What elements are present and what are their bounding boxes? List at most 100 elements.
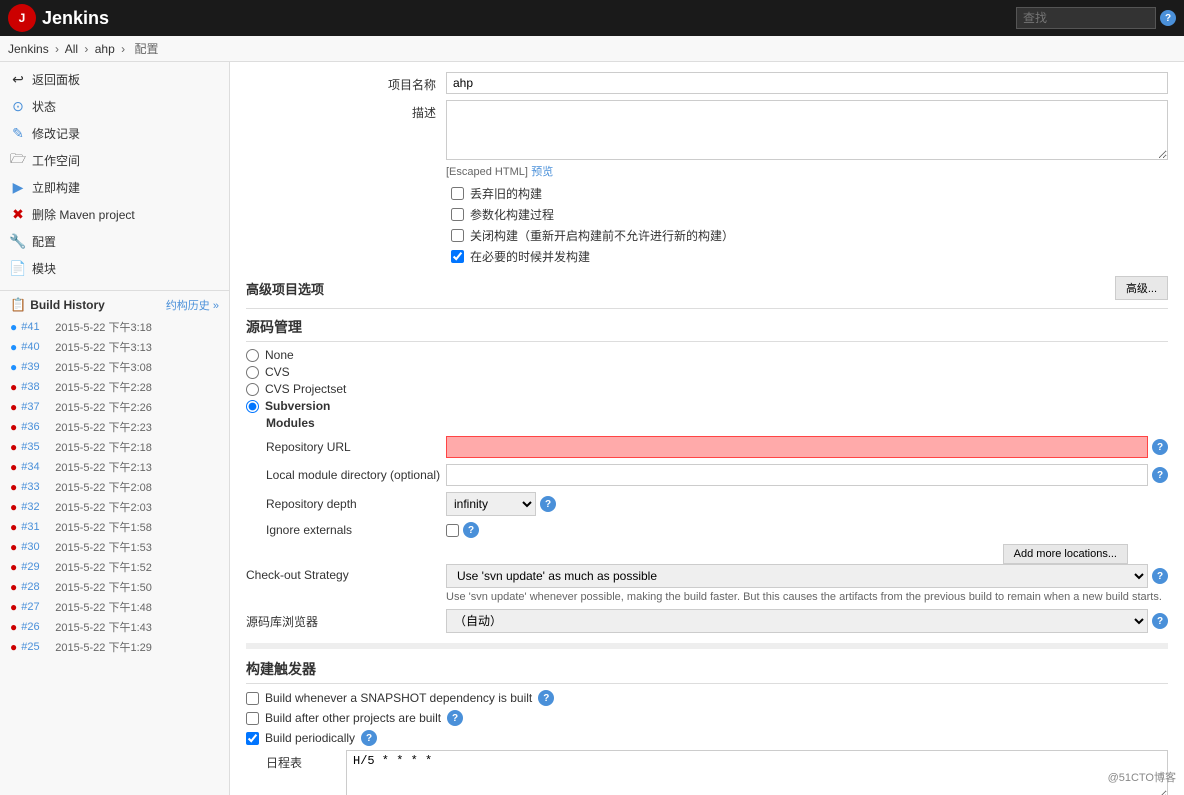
sidebar-item-status[interactable]: ⊙ 状态 (0, 93, 229, 120)
build-list-item: ●#272015-5-22 下午1:48 (0, 597, 229, 617)
build-number-link[interactable]: #35 (21, 441, 51, 453)
ignore-externals-help-icon[interactable]: ? (463, 522, 479, 538)
preview-link[interactable]: 预览 (531, 166, 553, 178)
sidebar-label-modules: 模块 (32, 260, 56, 277)
build-time: 2015-5-22 下午1:58 (55, 519, 152, 535)
build-number-link[interactable]: #26 (21, 621, 51, 633)
repo-depth-select[interactable]: infinity empty files immediates (446, 492, 536, 516)
build-number-link[interactable]: #33 (21, 481, 51, 493)
checkbox-archive-row: 丢弃旧的构建 (451, 185, 1168, 202)
build-history-link[interactable]: 约构历史 » (166, 297, 219, 313)
build-number-link[interactable]: #39 (21, 361, 51, 373)
build-number-link[interactable]: #31 (21, 521, 51, 533)
ignore-externals-checkbox[interactable] (446, 524, 459, 537)
sidebar-item-build[interactable]: ▶ 立即构建 (0, 174, 229, 201)
checkbox-throttle[interactable] (451, 229, 464, 242)
build-list-item: ●#352015-5-22 下午2:18 (0, 437, 229, 457)
trigger2-checkbox[interactable] (246, 712, 259, 725)
build-number-link[interactable]: #25 (21, 641, 51, 653)
checkbox-archive[interactable] (451, 187, 464, 200)
local-module-input[interactable] (446, 464, 1148, 486)
repo-depth-field-wrapper: infinity empty files immediates ? (446, 492, 1168, 516)
breadcrumb-jenkins[interactable]: Jenkins (8, 42, 49, 56)
add-locations-button[interactable]: Add more locations... (1003, 544, 1128, 564)
build-number-link[interactable]: #37 (21, 401, 51, 413)
scm-cvs-radio[interactable] (246, 366, 259, 379)
header-search: ? (1016, 7, 1176, 29)
advanced-button[interactable]: 高级... (1115, 276, 1168, 300)
build-number-link[interactable]: #29 (21, 561, 51, 573)
browser-select[interactable]: （自动） (446, 609, 1148, 633)
modules-section: Modules Repository URL ? Local module di… (266, 416, 1168, 538)
checkbox-concurrent[interactable] (451, 250, 464, 263)
checkout-strategy-help-icon[interactable]: ? (1152, 568, 1168, 584)
build-failure-icon: ● (10, 620, 17, 634)
sidebar-item-workspace[interactable]: 🗁 工作空间 (0, 147, 229, 174)
build-number-link[interactable]: #32 (21, 501, 51, 513)
breadcrumb-ahp[interactable]: ahp (95, 42, 115, 56)
repo-url-input[interactable] (446, 436, 1148, 458)
build-number-link[interactable]: #27 (21, 601, 51, 613)
build-number-link[interactable]: #40 (21, 341, 51, 353)
scm-subversion-radio[interactable] (246, 400, 259, 413)
build-time: 2015-5-22 下午2:03 (55, 499, 152, 515)
build-number-link[interactable]: #28 (21, 581, 51, 593)
trigger3-label: Build periodically (265, 731, 355, 745)
build-number-link[interactable]: #36 (21, 421, 51, 433)
build-list-item: ●#332015-5-22 下午2:08 (0, 477, 229, 497)
sidebar-item-config[interactable]: 🔧 配置 (0, 228, 229, 255)
build-number-link[interactable]: #34 (21, 461, 51, 473)
scm-none-row: None (246, 348, 1168, 362)
scm-cvs-projectset-radio[interactable] (246, 383, 259, 396)
build-list-item: ●#412015-5-22 下午3:18 (0, 317, 229, 337)
sidebar-item-modules[interactable]: 📄 模块 (0, 255, 229, 282)
browser-help-icon[interactable]: ? (1152, 613, 1168, 629)
build-number-link[interactable]: #30 (21, 541, 51, 553)
build-time: 2015-5-22 下午2:26 (55, 399, 152, 415)
build-time: 2015-5-22 下午1:52 (55, 559, 152, 575)
trigger1-checkbox[interactable] (246, 692, 259, 705)
build-history-section: 📋 Build History 约构历史 » ●#412015-5-22 下午3… (0, 286, 229, 661)
checkout-strategy-row: Check-out Strategy Use 'svn update' as m… (246, 564, 1168, 603)
local-module-help-icon[interactable]: ? (1152, 467, 1168, 483)
trigger1-help-icon[interactable]: ? (538, 690, 554, 706)
dashboard-icon: ↩ (10, 72, 26, 88)
repo-url-help-icon[interactable]: ? (1152, 439, 1168, 455)
scm-section: 源码管理 None CVS CVS Projectset Subversion … (246, 317, 1168, 633)
search-input[interactable] (1016, 7, 1156, 29)
sidebar-item-dashboard[interactable]: ↩ 返回面板 (0, 66, 229, 93)
checkbox-concurrent-label: 在必要的时候并发构建 (470, 248, 590, 265)
delete-icon: ✖ (10, 207, 26, 223)
checkbox-concurrent-row: 在必要的时候并发构建 (451, 248, 1168, 265)
breadcrumb-all[interactable]: All (65, 42, 78, 56)
build-failure-icon: ● (10, 500, 17, 514)
modules-icon: 📄 (10, 261, 26, 277)
build-number-link[interactable]: #38 (21, 381, 51, 393)
sidebar-item-delete[interactable]: ✖ 删除 Maven project (0, 201, 229, 228)
trigger3-help-icon[interactable]: ? (361, 730, 377, 746)
build-failure-icon: ● (10, 560, 17, 574)
trigger3-row: Build periodically ? (246, 730, 1168, 746)
repo-depth-help-icon[interactable]: ? (540, 496, 556, 512)
build-time: 2015-5-22 下午1:43 (55, 619, 152, 635)
project-name-input[interactable] (446, 72, 1168, 94)
build-failure-icon: ● (10, 600, 17, 614)
breadcrumb: Jenkins › All › ahp › 配置 (0, 36, 1184, 62)
checkout-strategy-select[interactable]: Use 'svn update' as much as possible Alw… (446, 564, 1148, 588)
schedule-row: 日程表 H/5 * * * * ? (266, 750, 1168, 795)
trigger3-checkbox[interactable] (246, 732, 259, 745)
scm-none-radio[interactable] (246, 349, 259, 362)
checkout-strategy-hint: Use 'svn update' whenever possible, maki… (446, 591, 1168, 603)
description-label: 描述 (246, 100, 446, 121)
build-failure-icon: ● (10, 520, 17, 534)
build-time: 2015-5-22 下午3:13 (55, 339, 152, 355)
sidebar-item-changes[interactable]: ✎ 修改记录 (0, 120, 229, 147)
build-number-link[interactable]: #41 (21, 321, 51, 333)
description-input[interactable] (446, 100, 1168, 160)
checkout-strategy-label: Check-out Strategy (246, 564, 446, 582)
schedule-input[interactable]: H/5 * * * * (346, 750, 1168, 795)
checkbox-params[interactable] (451, 208, 464, 221)
changes-icon: ✎ (10, 126, 26, 142)
trigger2-help-icon[interactable]: ? (447, 710, 463, 726)
search-help-icon[interactable]: ? (1160, 10, 1176, 26)
